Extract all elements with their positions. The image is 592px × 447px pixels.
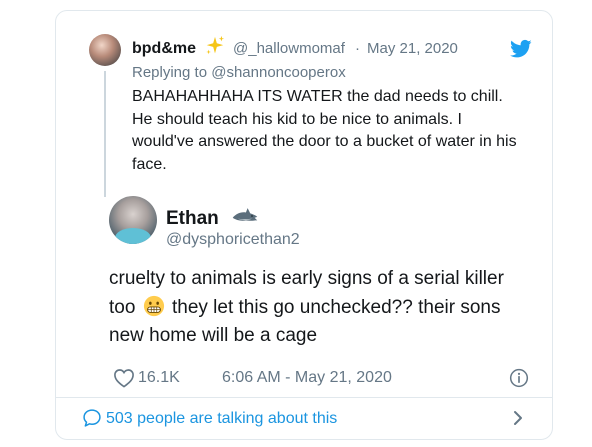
date-separator: · [355,40,360,57]
replying-prefix: Replying to [132,64,208,81]
replying-handle[interactable]: @shannoncooperox [211,64,346,81]
tweet-timestamp[interactable]: 6:06 AM - May 21, 2020 [222,369,392,387]
tweet-text: cruelty to animals is early signs of a s… [109,265,529,351]
display-name[interactable]: Ethan [166,208,219,230]
sparkles-icon [206,35,225,55]
chevron-right-icon[interactable] [511,409,525,427]
avatar-shirt [115,228,151,244]
heart-icon[interactable] [113,368,135,388]
quoted-handle[interactable]: @_hallowmomaf [233,40,345,57]
grimacing-face-icon [143,295,164,316]
twitter-bird-icon[interactable] [510,39,532,59]
thread-line [104,71,106,197]
info-icon[interactable] [509,368,529,388]
footer-divider [56,397,552,398]
like-count[interactable]: 16.1K [138,369,180,387]
tweet-text-part2: they let this go unchecked?? their sons … [109,296,501,347]
replying-to: Replying to @shannoncooperox [132,64,346,81]
conversation-link[interactable]: 503 people are talking about this [106,410,337,428]
user-handle[interactable]: @dysphoricethan2 [166,231,300,249]
quoted-tweet-text: BAHAHAHHAHA ITS WATER the dad needs to c… [132,88,517,173]
tweet-card[interactable]: bpd&me @_hallowmomaf · May 21, 2020 Repl… [55,10,553,440]
quoted-user-avatar[interactable] [89,34,121,66]
quoted-date[interactable]: May 21, 2020 [367,40,458,57]
speech-bubble-icon[interactable] [82,408,102,428]
quoted-display-name[interactable]: bpd&me [132,40,196,58]
user-avatar[interactable] [109,196,157,244]
shark-icon [232,208,258,221]
